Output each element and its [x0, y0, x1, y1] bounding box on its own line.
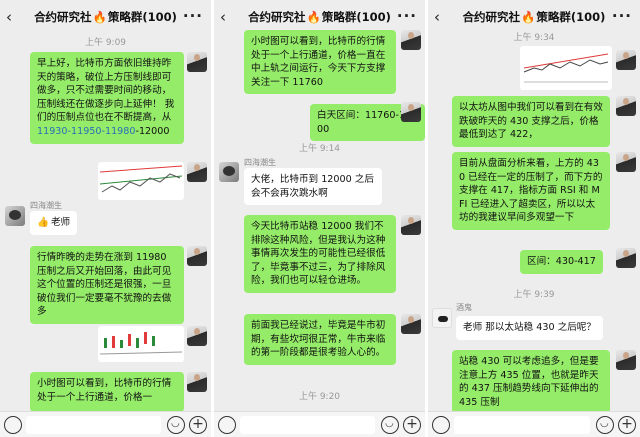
message-bubble[interactable]: 区间：430-417 [520, 250, 603, 274]
emoji-icon[interactable] [167, 416, 185, 434]
avatar[interactable] [616, 50, 636, 70]
message-bubble[interactable]: 站稳 430 可以考虑追多，但是要注意上方 435 位置，也就是昨天的 437 … [452, 350, 610, 415]
voice-icon[interactable] [218, 416, 236, 434]
group-title: 合约研究社🔥策略群(100) [462, 10, 606, 24]
voice-icon[interactable] [432, 416, 450, 434]
avatar[interactable] [616, 96, 636, 116]
message-bubble[interactable]: 老师 那以太站稳 430 之后呢？ [456, 316, 603, 340]
chat-header: ‹ 合约研究社🔥策略群(100) ··· [214, 0, 425, 34]
price-chart [523, 53, 609, 83]
avatar[interactable] [432, 308, 452, 328]
message-bubble[interactable]: 目前从盘面分析来看，上方的 430 已经在一定的压制了，而下方的支撑在 417，… [452, 152, 610, 231]
chat-header: ‹ 合约研究社🔥策略群(100) ··· [428, 0, 640, 34]
plus-icon[interactable]: + [618, 416, 636, 434]
thumbs-up-icon: 👍 [37, 217, 49, 228]
avatar[interactable] [187, 372, 207, 392]
more-icon[interactable]: ··· [612, 7, 632, 25]
more-icon[interactable]: ··· [397, 7, 417, 25]
chart-image[interactable] [98, 162, 184, 200]
avatar[interactable] [401, 30, 421, 50]
message-bubble[interactable]: 今天比特币站稳 12000 我们不排除这种风险，但是我认为这种事情再次发生的可能… [244, 215, 396, 294]
message-bubble[interactable]: 行情昨晚的走势在涨到 11980 压制之后又开始回落，由此可见这个位置的压制还是… [30, 246, 184, 325]
message-bubble[interactable]: 小时图可以看到，比特币的行情处于一个上行通道，价格一 [30, 372, 184, 412]
price-chart [99, 165, 183, 193]
avatar[interactable] [401, 215, 421, 235]
plus-icon[interactable]: + [189, 416, 207, 434]
emoji-icon[interactable] [596, 416, 614, 434]
message-input[interactable] [240, 416, 375, 434]
message-input[interactable] [26, 416, 161, 434]
avatar[interactable] [187, 326, 207, 346]
message-input[interactable] [454, 416, 590, 434]
avatar[interactable] [616, 152, 636, 172]
plus-icon[interactable]: + [403, 416, 421, 434]
avatar[interactable] [219, 162, 239, 182]
chat-header: ‹ 合约研究社🔥策略群(100) ··· [0, 0, 211, 34]
avatar[interactable] [187, 52, 207, 72]
chat-panel-2: ‹ 合约研究社🔥策略群(100) ··· 小时图可以看到，比特币的行情处于一个上… [214, 0, 425, 437]
message-bubble[interactable]: 以太坊从图中我们可以看到在有效跌破昨天的 430 支撑之后，价格最低到达了 42… [452, 96, 610, 147]
message-bubble[interactable]: 前面我已经说过，毕竟是牛市初期，有些坎坷很正常，牛市来临的第一阶段都是很考验人心… [244, 314, 396, 365]
back-icon[interactable]: ‹ [434, 8, 440, 26]
avatar[interactable] [401, 102, 421, 122]
message-bubble[interactable]: 👍 老师 [30, 211, 78, 235]
avatar[interactable] [616, 248, 636, 268]
group-title: 合约研究社🔥策略群(100) [248, 10, 391, 24]
timestamp: 上午 9:09 [84, 38, 127, 48]
avatar[interactable] [187, 246, 207, 266]
price-chart [99, 332, 183, 355]
back-icon[interactable]: ‹ [6, 8, 12, 26]
fire-icon: 🔥 [92, 10, 107, 24]
avatar[interactable] [401, 314, 421, 334]
more-icon[interactable]: ··· [183, 7, 203, 25]
timestamp: 上午 9:34 [513, 33, 555, 43]
message-bubble[interactable]: 小时图可以看到，比特币的行情处于一个上行通道，价格一直在中上轨之间运行，今天下方… [244, 30, 396, 95]
input-bar: + [428, 411, 640, 437]
avatar[interactable] [187, 162, 207, 182]
message-bubble[interactable]: 早上好，比特币方面依旧维持昨天的策略，破位上方压制线即可做多，只不过需要时间的移… [30, 52, 184, 144]
sender-name: 四海潮生 [30, 201, 62, 210]
input-bar: + [0, 411, 211, 437]
chat-panel-3: ‹ 合约研究社🔥策略群(100) ··· 上午 9:34 以太坊从图中我们可以看… [428, 0, 640, 437]
timestamp: 上午 9:14 [298, 144, 341, 154]
chat-panel-1: ‹ 合约研究社🔥策略群(100) ··· 上午 9:09 早上好，比特币方面依旧… [0, 0, 211, 437]
fire-icon: 🔥 [521, 10, 536, 24]
group-title: 合约研究社🔥策略群(100) [34, 10, 177, 24]
sender-name: 酒鬼 [456, 303, 472, 312]
voice-icon[interactable] [4, 416, 22, 434]
timestamp: 上午 9:39 [513, 290, 555, 300]
fire-icon: 🔥 [306, 10, 321, 24]
message-bubble[interactable]: 大佬，比特币到 12000 之后会不会再次跳水啊 [244, 168, 382, 206]
back-icon[interactable]: ‹ [220, 8, 226, 26]
chart-image[interactable] [520, 46, 612, 90]
avatar[interactable] [5, 206, 25, 226]
sender-name: 四海潮生 [244, 158, 276, 167]
timestamp: 上午 9:20 [298, 392, 341, 402]
input-bar: + [214, 411, 425, 437]
chart-image[interactable] [98, 326, 184, 362]
avatar[interactable] [616, 350, 636, 370]
emoji-icon[interactable] [381, 416, 399, 434]
